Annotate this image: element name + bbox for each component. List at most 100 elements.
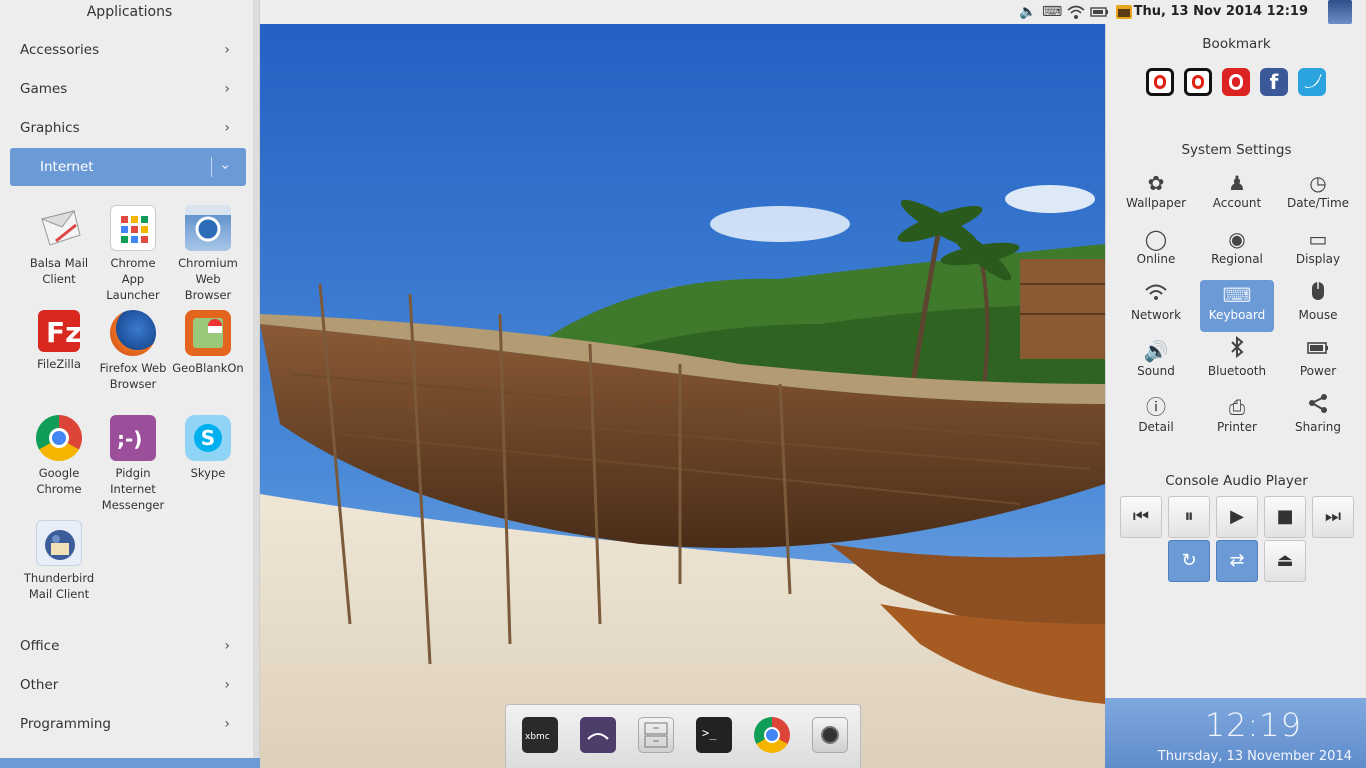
opera-icon[interactable] [1184, 68, 1212, 96]
stop-button[interactable]: ■ [1264, 496, 1306, 538]
user-menu-icon[interactable] [1328, 0, 1352, 24]
setting-power[interactable]: Power [1281, 336, 1355, 388]
previous-track-button[interactable]: ⏮ [1120, 496, 1162, 538]
app-label: Thunderbird [23, 571, 95, 585]
chrome-app-launcher-icon [110, 205, 156, 251]
app-chrome-app-launcher[interactable]: Chrome App Launcher [94, 205, 172, 303]
setting-display[interactable]: ▭ Display [1281, 224, 1355, 276]
category-label: Programming [20, 716, 111, 732]
bluetooth-icon [1200, 335, 1274, 364]
app-pidgin[interactable]: ;-) Pidgin Internet Messenger [94, 415, 172, 513]
setting-label: Detail [1138, 420, 1174, 434]
next-track-button[interactable]: ⏭ [1312, 496, 1354, 538]
desktop-wallpaper [260, 24, 1105, 768]
share-icon [1281, 392, 1355, 420]
app-skype[interactable]: S Skype [169, 415, 247, 481]
setting-regional[interactable]: ◉ Regional [1200, 224, 1274, 276]
info-icon: ⓘ [1146, 395, 1166, 419]
setting-mouse[interactable]: Mouse [1281, 280, 1355, 332]
bookmark-title: Bookmark [1202, 36, 1271, 52]
calendar-icon[interactable] [1114, 3, 1134, 21]
system-settings-title: System Settings [1181, 142, 1292, 158]
top-panel: 🔈 ⌨ Thu, 13 Nov 2014 12:19 [260, 0, 1366, 24]
clock-time: 12:19 [1204, 706, 1302, 744]
setting-wallpaper[interactable]: ✿ Wallpaper [1119, 168, 1193, 220]
setting-sound[interactable]: 🔊 Sound [1119, 336, 1193, 388]
setting-datetime[interactable]: ◷ Date/Time [1281, 168, 1355, 220]
category-programming[interactable]: Programming › [10, 705, 246, 743]
setting-label: Sharing [1294, 420, 1342, 434]
keyboard-indicator-icon[interactable]: ⌨ [1042, 3, 1062, 21]
shuffle-button[interactable]: ⇄ [1216, 540, 1258, 582]
display-icon: ▭ [1308, 227, 1328, 251]
facebook-icon[interactable]: f [1260, 68, 1288, 96]
category-accessories[interactable]: Accessories › [10, 31, 246, 69]
app-firefox[interactable]: Firefox Web Browser [94, 310, 172, 392]
google-chrome-icon [36, 415, 82, 461]
setting-detail[interactable]: ⓘ Detail [1119, 392, 1193, 444]
setting-sharing[interactable]: Sharing [1281, 392, 1355, 444]
chevron-right-icon: › [224, 120, 230, 136]
app-label: Pidgin [115, 466, 151, 480]
wifi-icon[interactable] [1066, 3, 1086, 21]
account-icon: ♟ [1228, 171, 1246, 195]
category-office[interactable]: Office › [10, 627, 246, 665]
datetime-label[interactable]: Thu, 13 Nov 2014 12:19 [1134, 0, 1308, 24]
menu-bottom-bar [0, 758, 260, 768]
setting-label: Sound [1137, 364, 1175, 378]
filezilla-icon: Fz [38, 310, 80, 352]
app-label: Browser [109, 377, 157, 391]
repeat-button[interactable]: ↻ [1168, 540, 1210, 582]
setting-network[interactable]: Network [1119, 280, 1193, 332]
app-label: Client [42, 272, 76, 286]
app-thunderbird[interactable]: Thunderbird Mail Client [20, 520, 98, 602]
setting-label: Account [1212, 196, 1262, 210]
battery-icon[interactable] [1090, 3, 1110, 21]
setting-keyboard[interactable]: ⌨ Keyboard [1200, 280, 1274, 332]
app-label: Internet [110, 482, 156, 496]
category-games[interactable]: Games › [10, 70, 246, 108]
chromium-icon [185, 205, 231, 251]
svg-text:xbmc: xbmc [525, 732, 550, 742]
pause-button[interactable]: ⏸ [1168, 496, 1210, 538]
skype-icon: S [185, 415, 231, 461]
app-label: Web [195, 272, 221, 286]
category-other[interactable]: Other › [10, 666, 246, 704]
xbmc-icon[interactable]: xbmc [522, 717, 558, 753]
app-balsa-mail[interactable]: Balsa Mail Client [20, 205, 98, 287]
app-label: Browser [184, 288, 232, 302]
setting-bluetooth[interactable]: Bluetooth [1200, 335, 1274, 388]
speaker-icon: 🔊 [1143, 339, 1169, 363]
network-icon [1119, 280, 1193, 308]
app-geoblankon[interactable]: GeoBlankOn [169, 310, 247, 376]
setting-online[interactable]: ◯ Online [1119, 224, 1193, 276]
chevron-right-icon: › [224, 638, 230, 654]
terminal-icon[interactable]: >_ [696, 717, 732, 753]
jeeny-app-icon[interactable] [580, 717, 616, 753]
regional-icon: ◉ [1228, 227, 1246, 251]
camera-icon[interactable] [812, 717, 848, 753]
volume-icon[interactable]: 🔈 [1018, 3, 1038, 21]
file-manager-icon[interactable] [638, 717, 674, 753]
setting-account[interactable]: ♟ Account [1200, 168, 1274, 220]
chevron-right-icon: › [224, 81, 230, 97]
app-filezilla[interactable]: Fz FileZilla [20, 310, 98, 372]
category-graphics[interactable]: Graphics › [10, 109, 246, 147]
opera-icon[interactable] [1146, 68, 1174, 96]
battery-icon [1281, 336, 1355, 364]
keyboard-icon: ⌨ [1222, 283, 1252, 307]
setting-label: Wallpaper [1125, 196, 1187, 210]
play-button[interactable]: ▶ [1216, 496, 1258, 538]
category-label: Graphics [20, 120, 80, 136]
eject-button[interactable]: ⏏ [1264, 540, 1306, 582]
menu-scrollbar[interactable] [253, 0, 259, 768]
app-chromium[interactable]: Chromium Web Browser [169, 205, 247, 303]
category-internet[interactable]: Internet › [10, 148, 246, 186]
opera-red-icon[interactable] [1222, 68, 1250, 96]
chrome-icon[interactable] [754, 717, 790, 753]
setting-printer[interactable]: ⎙ Printer [1200, 392, 1274, 444]
app-google-chrome[interactable]: Google Chrome [20, 415, 98, 497]
category-label: Games [20, 81, 68, 97]
twitter-icon[interactable] [1298, 68, 1326, 96]
app-label: Skype [190, 466, 226, 480]
